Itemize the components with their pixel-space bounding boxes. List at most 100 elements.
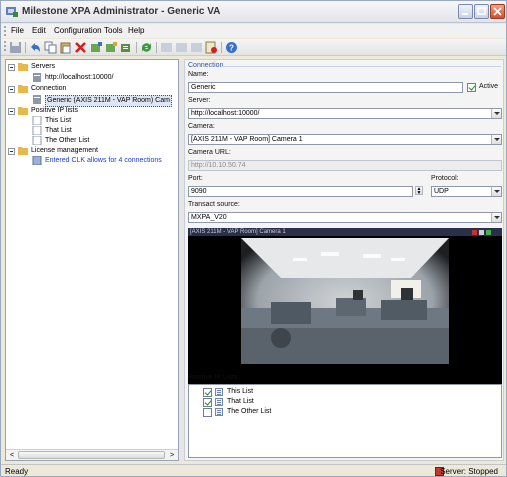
tree-label: Servers bbox=[31, 63, 56, 70]
camera-select[interactable]: [AXIS 211M - VAP Room] Camera 1 bbox=[188, 134, 502, 145]
tree-horizontal-scrollbar[interactable]: < > bbox=[6, 449, 178, 460]
server-icon bbox=[33, 73, 41, 82]
positive-ip-lists[interactable]: This List That List The Other List bbox=[188, 384, 502, 458]
other-list-checkbox[interactable] bbox=[203, 408, 212, 417]
collapse-connection-icon[interactable] bbox=[8, 86, 15, 93]
menu-file[interactable]: File bbox=[11, 26, 24, 35]
paste-icon[interactable] bbox=[59, 41, 72, 54]
tree-label: http://localhost:10000/ bbox=[45, 74, 114, 81]
protocol-label: Protocol: bbox=[431, 175, 459, 182]
maximize-icon bbox=[477, 7, 486, 15]
connection-icon bbox=[33, 95, 41, 104]
active-checkbox[interactable] bbox=[467, 83, 476, 92]
camera-value: [AXIS 211M - VAP Room] Camera 1 bbox=[191, 136, 303, 143]
folder-icon bbox=[18, 107, 28, 115]
video-title: [AXIS 211M - VAP Room] Camera 1 bbox=[188, 228, 502, 236]
menu-grip bbox=[4, 26, 6, 36]
transact-source-value: MXPA_V20 bbox=[191, 214, 227, 221]
list-item-label: This List bbox=[227, 388, 254, 395]
list-icon bbox=[32, 116, 42, 125]
port-spinner-icon[interactable]: ▲ ▼ bbox=[415, 186, 423, 196]
scroll-right-icon[interactable]: > bbox=[167, 451, 177, 460]
scrollbar-thumb[interactable] bbox=[18, 451, 165, 459]
folder-icon bbox=[18, 63, 28, 71]
transact-source-select[interactable]: MXPA_V20 bbox=[188, 212, 502, 223]
menu-help[interactable]: Help bbox=[128, 26, 144, 35]
list-item-label: That List bbox=[227, 398, 254, 405]
server-select[interactable]: http://localhost:10000/ bbox=[188, 108, 502, 119]
svg-text:?: ? bbox=[229, 44, 234, 53]
disabled-icon[interactable] bbox=[190, 41, 203, 54]
dropdown-arrow-icon[interactable] bbox=[491, 187, 501, 196]
dropdown-arrow-icon[interactable] bbox=[491, 135, 501, 144]
tree-label: License management bbox=[31, 147, 98, 154]
undo-icon[interactable] bbox=[29, 41, 42, 54]
list-icon bbox=[215, 388, 223, 396]
connection-details-panel: Connection Name: Generic Active Server: … bbox=[184, 59, 504, 461]
window-title: Milestone XPA Administrator - Generic VA bbox=[22, 6, 221, 17]
protocol-select[interactable]: UDP bbox=[431, 186, 502, 197]
app-window: Milestone XPA Administrator - Generic VA… bbox=[0, 0, 507, 477]
navigation-tree[interactable]: Servers http://localhost:10000/ Connecti… bbox=[5, 59, 179, 461]
status-bar: Ready Server: Stopped bbox=[1, 464, 506, 476]
video-live-icon bbox=[486, 230, 491, 235]
collapse-ip-lists-icon[interactable] bbox=[8, 108, 15, 115]
list-icon bbox=[32, 126, 42, 135]
list-icon bbox=[215, 408, 223, 416]
maximize-button[interactable] bbox=[474, 4, 489, 19]
close-icon bbox=[493, 7, 502, 16]
add-list-icon[interactable] bbox=[120, 41, 133, 54]
toolbar: ? bbox=[1, 39, 506, 56]
tree-label: That List bbox=[45, 127, 72, 134]
toolbar-separator bbox=[221, 42, 222, 53]
server-label: Server: bbox=[188, 97, 211, 104]
active-label: Active bbox=[479, 83, 499, 90]
menu-tools[interactable]: Tools bbox=[104, 26, 123, 35]
start-icon[interactable] bbox=[160, 41, 173, 54]
name-field[interactable]: Generic bbox=[188, 82, 463, 93]
scroll-left-icon[interactable]: < bbox=[7, 451, 17, 460]
license-icon[interactable] bbox=[205, 41, 218, 54]
menu-bar: File Edit Configuration Tools Help bbox=[1, 24, 506, 38]
help-icon[interactable]: ? bbox=[225, 41, 238, 54]
section-divider bbox=[221, 66, 501, 67]
tree-label: The Other List bbox=[45, 137, 90, 144]
folder-icon bbox=[18, 85, 28, 93]
this-list-checkbox[interactable] bbox=[203, 388, 212, 397]
license-icon bbox=[32, 156, 42, 165]
section-title: Connection bbox=[188, 62, 224, 69]
menu-edit[interactable]: Edit bbox=[32, 26, 46, 35]
tree-label: Connection bbox=[31, 85, 67, 92]
stop-icon[interactable] bbox=[175, 41, 188, 54]
camera-url-field: http://10.10.50.74 bbox=[188, 160, 502, 171]
port-field[interactable]: 9090 bbox=[188, 186, 413, 197]
dropdown-arrow-icon[interactable] bbox=[491, 213, 501, 222]
video-record-icon bbox=[472, 230, 477, 235]
refresh-icon[interactable] bbox=[140, 41, 153, 54]
list-icon bbox=[215, 398, 223, 406]
tree-label: Positive IP lists bbox=[31, 107, 78, 114]
dropdown-arrow-icon[interactable] bbox=[491, 109, 501, 118]
add-server-icon[interactable] bbox=[90, 41, 103, 54]
add-connection-icon[interactable] bbox=[105, 41, 118, 54]
transact-source-label: Transact source: bbox=[188, 201, 240, 208]
collapse-servers-icon[interactable] bbox=[8, 64, 15, 71]
that-list-checkbox[interactable] bbox=[203, 398, 212, 407]
toolbar-grip bbox=[4, 41, 6, 51]
save-icon[interactable] bbox=[9, 41, 22, 54]
minimize-button[interactable] bbox=[458, 4, 473, 19]
collapse-license-icon[interactable] bbox=[8, 148, 15, 155]
title-bar[interactable]: Milestone XPA Administrator - Generic VA bbox=[1, 1, 506, 23]
copy-icon[interactable] bbox=[44, 41, 57, 54]
toolbar-separator bbox=[156, 42, 157, 53]
video-status-icon bbox=[479, 230, 484, 235]
delete-icon[interactable] bbox=[74, 41, 87, 54]
tree-label: Entered CLK allows for 4 connections bbox=[45, 157, 162, 164]
minimize-icon bbox=[462, 13, 468, 15]
folder-icon bbox=[18, 147, 28, 155]
menu-configuration[interactable]: Configuration bbox=[54, 26, 102, 35]
name-label: Name: bbox=[188, 71, 209, 78]
port-label: Port: bbox=[188, 175, 203, 182]
app-logo-icon bbox=[6, 7, 18, 17]
close-button[interactable] bbox=[490, 4, 505, 19]
